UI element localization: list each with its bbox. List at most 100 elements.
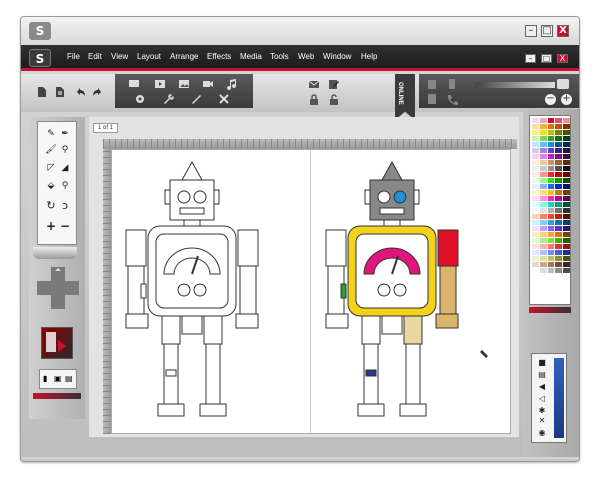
menu-media[interactable]: Media	[240, 52, 262, 61]
color-swatch[interactable]	[555, 136, 563, 141]
fill-icon[interactable]: ⬙	[45, 180, 57, 192]
phone-icon[interactable]	[445, 93, 459, 105]
tools-icon[interactable]	[217, 93, 231, 105]
color-swatch[interactable]	[563, 208, 570, 213]
zoom-slider-handle[interactable]	[557, 79, 569, 89]
navigation-pad[interactable]	[37, 267, 79, 309]
color-swatch[interactable]	[547, 256, 555, 261]
close-icon[interactable]: ✕	[535, 416, 549, 426]
color-swatch[interactable]	[555, 232, 563, 237]
menu-window[interactable]: Window	[323, 52, 351, 61]
color-swatch[interactable]	[563, 262, 570, 267]
color-swatch[interactable]	[532, 202, 539, 207]
color-swatch[interactable]	[555, 196, 563, 201]
color-swatch[interactable]	[563, 196, 570, 201]
zoom-out-button[interactable]: −	[545, 94, 556, 105]
color-swatch[interactable]	[539, 262, 547, 267]
color-swatch[interactable]	[555, 256, 563, 261]
color-swatch[interactable]	[555, 226, 563, 231]
color-swatch[interactable]	[532, 214, 539, 219]
menu-layout[interactable]: Layout	[137, 52, 161, 61]
color-swatch[interactable]	[547, 202, 555, 207]
color-swatch[interactable]	[539, 196, 547, 201]
color-swatch[interactable]	[555, 184, 563, 189]
color-swatch[interactable]	[563, 166, 570, 171]
color-swatch[interactable]	[555, 178, 563, 183]
color-swatch[interactable]	[539, 208, 547, 213]
color-swatch[interactable]	[532, 268, 539, 273]
color-swatch[interactable]	[532, 124, 539, 129]
color-swatch[interactable]	[532, 166, 539, 171]
color-swatch[interactable]	[547, 172, 555, 177]
color-swatch[interactable]	[563, 184, 570, 189]
menu-edit[interactable]: Edit	[88, 52, 102, 61]
undo-icon[interactable]	[73, 86, 87, 98]
color-swatch[interactable]	[532, 244, 539, 249]
color-swatch[interactable]	[539, 166, 547, 171]
color-swatch[interactable]	[547, 184, 555, 189]
redo-icon[interactable]	[91, 86, 105, 98]
color-swatch[interactable]	[563, 190, 570, 195]
color-swatch[interactable]	[539, 184, 547, 189]
eyedropper-icon[interactable]: ⚲	[59, 144, 71, 156]
color-swatch[interactable]	[563, 256, 570, 261]
color-swatch[interactable]	[563, 118, 570, 123]
color-palette[interactable]	[529, 115, 571, 305]
spiral-icon[interactable]: ↄ	[59, 200, 71, 212]
color-swatch[interactable]	[539, 160, 547, 165]
color-swatch[interactable]	[547, 238, 555, 243]
color-swatch[interactable]	[532, 178, 539, 183]
paste-icon[interactable]: ▤	[65, 374, 73, 383]
color-swatch[interactable]	[547, 142, 555, 147]
document-page[interactable]	[111, 149, 511, 435]
online-badge[interactable]: ONLINE	[395, 74, 415, 120]
color-swatch[interactable]	[539, 238, 547, 243]
menu-arrange[interactable]: Arrange	[170, 52, 198, 61]
color-swatch[interactable]	[532, 196, 539, 201]
menu-help[interactable]: Help	[361, 52, 377, 61]
color-swatch[interactable]	[532, 232, 539, 237]
camera-icon[interactable]: ■	[535, 358, 549, 368]
color-swatch[interactable]	[555, 130, 563, 135]
new-document-icon[interactable]	[35, 86, 49, 98]
color-swatch[interactable]	[547, 166, 555, 171]
color-swatch[interactable]	[563, 124, 570, 129]
zoom-in-button[interactable]: +	[561, 94, 572, 105]
color-swatch[interactable]	[563, 232, 570, 237]
color-swatch[interactable]	[547, 190, 555, 195]
color-swatch[interactable]	[547, 208, 555, 213]
color-swatch[interactable]	[539, 148, 547, 153]
color-swatch[interactable]	[547, 160, 555, 165]
color-swatch[interactable]	[532, 262, 539, 267]
zoom-slider-track[interactable]	[475, 82, 555, 88]
color-swatch[interactable]	[539, 220, 547, 225]
lock-icon[interactable]	[307, 94, 321, 106]
color-swatch[interactable]	[532, 190, 539, 195]
color-swatch[interactable]	[555, 250, 563, 255]
rotate-icon[interactable]: ↻	[45, 200, 57, 212]
color-swatch[interactable]	[547, 178, 555, 183]
color-swatch[interactable]	[539, 142, 547, 147]
doc-maximize-button[interactable]: □	[541, 54, 552, 63]
menu-tools[interactable]: Tools	[270, 52, 289, 61]
minus-icon[interactable]: −	[59, 220, 71, 232]
wrench-icon[interactable]	[161, 93, 175, 105]
shape-icon[interactable]: ◢	[59, 162, 71, 174]
color-swatch[interactable]	[563, 172, 570, 177]
color-swatch[interactable]	[563, 268, 570, 273]
color-swatch[interactable]	[539, 178, 547, 183]
menu-view[interactable]: View	[111, 52, 128, 61]
doc-minimize-button[interactable]: –	[525, 54, 536, 63]
unlock-icon[interactable]	[327, 94, 341, 106]
menu-web[interactable]: Web	[298, 52, 314, 61]
color-swatch[interactable]	[532, 184, 539, 189]
image-icon[interactable]	[177, 78, 191, 90]
color-swatch[interactable]	[555, 142, 563, 147]
color-swatch[interactable]	[547, 124, 555, 129]
robot-colored[interactable]	[325, 161, 459, 417]
color-swatch[interactable]	[532, 148, 539, 153]
color-swatch[interactable]	[563, 130, 570, 135]
color-swatch[interactable]	[532, 238, 539, 243]
color-swatch[interactable]	[547, 130, 555, 135]
star-icon[interactable]: ✱	[535, 406, 549, 416]
